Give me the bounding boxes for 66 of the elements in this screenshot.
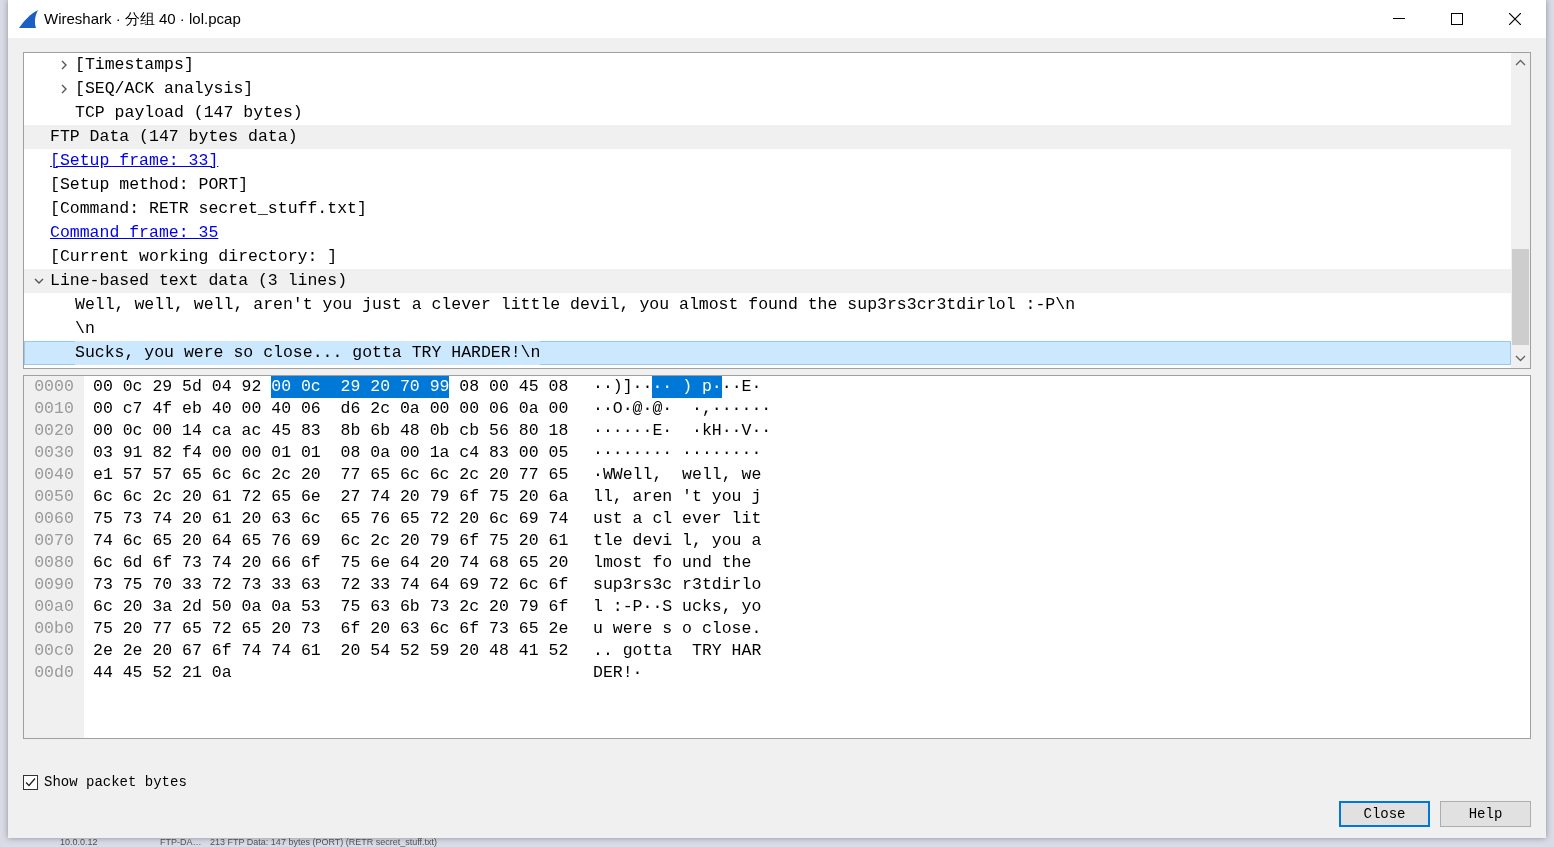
scroll-down-icon[interactable] [1515,355,1526,362]
scrollbar[interactable] [1511,53,1530,368]
hex-bytes: 73 75 70 33 72 73 33 63 72 33 74 64 69 72 6c 6f [93,574,569,596]
offset-label: 00c0 [34,640,74,662]
ascii-text: lmost fo und the [593,552,752,574]
ascii-text: l :-P··S ucks, yo [593,596,762,618]
hex-bytes: 2e 2e 20 67 6f 74 74 61 20 54 52 59 20 48 41 52 [93,640,569,662]
ascii-text: ·WWell, well, we [593,464,762,486]
offset-label: 0020 [34,420,74,442]
hex-bytes: 00 0c 00 14 ca ac 45 83 8b 6b 48 0b cb 56 80 18 [93,420,569,442]
ascii-text: ··)]·· [593,376,653,398]
offset-label: 0090 [34,574,74,596]
hex-bytes: 75 20 77 65 72 65 20 73 6f 20 63 6c 6f 73 65 2e [93,618,569,640]
window-title: Wireshark · 分组 40 · lol.pcap [44,8,241,29]
dialog-button[interactable]: Close [1339,801,1430,827]
hex-bytes: 6c 6c 2c 20 61 72 65 6e 27 74 20 79 6f 75 20 6a [93,486,569,508]
hex-bytes: e1 57 57 65 6c 6c 2c 20 77 65 6c 6c 2c 20 77 65 [93,464,569,486]
background-packet-text: 213 FTP Data: 147 bytes (PORT) (RETR secret_stuff.txt) [210,837,438,847]
ascii-text: ········ ········ [593,442,762,464]
ascii-text: ··E· [721,376,762,398]
hex-bytes: 00 0c 29 5d 04 92 [93,376,263,398]
offset-label: 00d0 [34,662,74,684]
ascii-text: DER!· [593,662,643,684]
ascii-text: ·· ) p· [652,376,722,398]
ascii-text: ··O·@·@· ·,······ [593,398,772,420]
hex-bytes: 00 c7 4f eb 40 00 40 06 d6 2c 0a 00 00 06 0a 00 [93,398,569,420]
shark-fin-icon [18,9,39,29]
offset-label: 0040 [34,464,74,486]
checkbox-label[interactable]: Show packet bytes [44,772,187,793]
hex-bytes: 75 73 74 20 61 20 63 6c 65 76 65 72 20 6c 69 74 [93,508,569,530]
hex-bytes: 00 0c 29 20 70 99 [271,376,450,398]
hex-bytes: 08 00 45 08 [458,376,569,398]
ascii-text: u were s o close. [593,618,762,640]
tree-row[interactable]: Line-based text data (3 lines) [24,269,1511,293]
hex-bytes: 03 91 82 f4 00 00 01 01 08 0a 00 1a c4 83 00 05 [93,442,569,464]
offset-label: 0050 [34,486,74,508]
offset-label: 0030 [34,442,74,464]
checkbox[interactable] [23,775,38,790]
offset-label: 0010 [34,398,74,420]
offset-label: 00b0 [34,618,74,640]
scroll-up-icon[interactable] [1515,59,1526,66]
ascii-text: ust a cl ever lit [593,508,762,530]
field-label: Sucks, you were so close... gotta TRY HARDER!\n [75,341,541,365]
offset-label: 00a0 [34,596,74,618]
hex-bytes: 6c 6d 6f 73 74 20 66 6f 75 6e 64 20 74 68 65 20 [93,552,569,574]
offset-label: 0070 [34,530,74,552]
hex-bytes: 6c 20 3a 2d 50 0a 0a 53 75 63 6b 73 2c 20 79 6f [93,596,569,618]
ascii-text: ll, aren 't you j [593,486,762,508]
hex-bytes: 44 45 52 21 0a [93,662,232,684]
tree-row[interactable]: Sucks, you were so close... gotta TRY HARDER!\n [24,341,1511,365]
offset-label: 0080 [34,552,74,574]
ascii-text: tle devi l, you a [593,530,762,552]
maximize-icon [1451,13,1463,25]
tree-row[interactable]: FTP Data (147 bytes data) [24,125,1511,149]
close-icon [1509,13,1521,25]
offset-label: 0060 [34,508,74,530]
background-packet-text: FTP-DA… [160,837,202,847]
ascii-text: sup3rs3c r3tdirlo [593,574,762,596]
ascii-text: ······E· ·kH··V·· [593,420,772,442]
hex-bytes: 74 6c 65 20 64 65 76 69 6c 2c 20 79 6f 75 20 61 [93,530,569,552]
background-packet-text: 10.0.0.12 [60,837,98,847]
dialog-button[interactable]: Help [1440,801,1531,827]
offset-label: 0000 [34,376,74,398]
scrollbar-thumb[interactable] [1512,249,1529,345]
ascii-text: .. gotta TRY HAR [593,640,762,662]
minimize-icon [1393,18,1405,20]
